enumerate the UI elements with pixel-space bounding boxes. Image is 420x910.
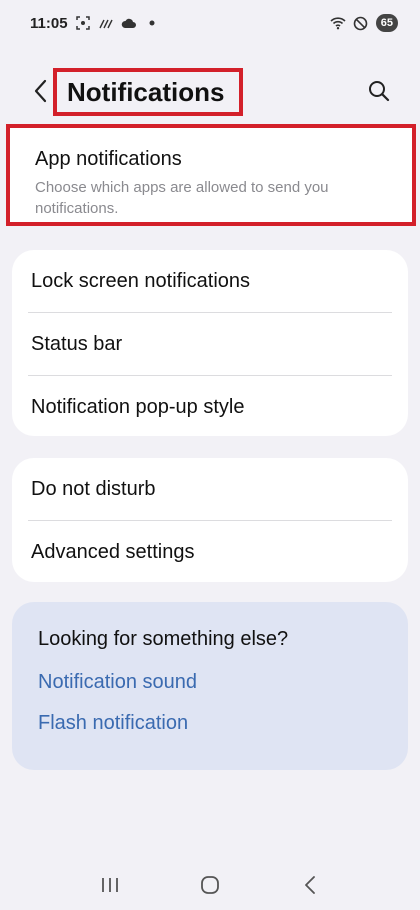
- home-button[interactable]: [190, 865, 230, 905]
- list-item-advanced-settings[interactable]: Advanced settings: [12, 521, 408, 583]
- wifi-icon: [330, 15, 346, 31]
- search-icon: [369, 81, 390, 102]
- list-item-lock-screen-notifications[interactable]: Lock screen notifications: [12, 250, 408, 312]
- page-title: Notifications: [67, 76, 225, 107]
- status-bar-right: 65: [330, 14, 398, 32]
- title-highlight-box: Notifications: [53, 68, 243, 116]
- list-item-do-not-disturb[interactable]: Do not disturb: [12, 458, 408, 520]
- list-item-label: Advanced settings: [31, 540, 195, 563]
- status-bar-left: 11:05: [30, 15, 160, 32]
- do-not-disturb-icon: [353, 15, 369, 31]
- home-icon: [201, 876, 219, 894]
- list-item-label: Status bar: [31, 332, 123, 355]
- search-button[interactable]: [364, 76, 394, 106]
- back-icon: [305, 876, 315, 894]
- back-nav-button[interactable]: [290, 865, 330, 905]
- list-item-label: Notification pop-up style: [31, 395, 245, 418]
- clock: 11:05: [30, 14, 68, 32]
- dot-icon: [144, 15, 160, 31]
- link-flash-notification[interactable]: Flash notification: [38, 712, 382, 753]
- settings-group-2: Do not disturb Advanced settings: [12, 458, 408, 582]
- app-notifications-item[interactable]: App notifications Choose which apps are …: [6, 124, 416, 226]
- recents-icon: [102, 878, 118, 892]
- list-item-label: Do not disturb: [31, 477, 156, 500]
- list-item-status-bar[interactable]: Status bar: [12, 313, 408, 375]
- list-item-notification-popup-style[interactable]: Notification pop-up style: [12, 376, 408, 438]
- app-notifications-subtitle: Choose which apps are allowed to send yo…: [35, 179, 329, 217]
- screenshot-icon: [75, 15, 91, 31]
- settings-group-1: Lock screen notifications Status bar Not…: [12, 250, 408, 436]
- link-notification-sound[interactable]: Notification sound: [38, 671, 382, 712]
- status-bar: 11:05 65: [0, 0, 420, 46]
- suggestions-heading: Looking for something else?: [38, 628, 289, 650]
- recents-button[interactable]: [90, 865, 130, 905]
- system-nav-bar: [0, 860, 420, 910]
- battery-icon: 65: [375, 14, 398, 32]
- app-notifications-title: App notifications: [35, 148, 182, 170]
- chevron-left-icon: [34, 79, 47, 103]
- signal-bars-icon: [98, 15, 114, 31]
- cloud-icon: [121, 15, 137, 31]
- back-button[interactable]: [26, 76, 54, 106]
- app-header: Notifications: [0, 64, 420, 118]
- list-item-label: Lock screen notifications: [31, 269, 251, 292]
- suggestions-card: Looking for something else? Notification…: [12, 602, 408, 770]
